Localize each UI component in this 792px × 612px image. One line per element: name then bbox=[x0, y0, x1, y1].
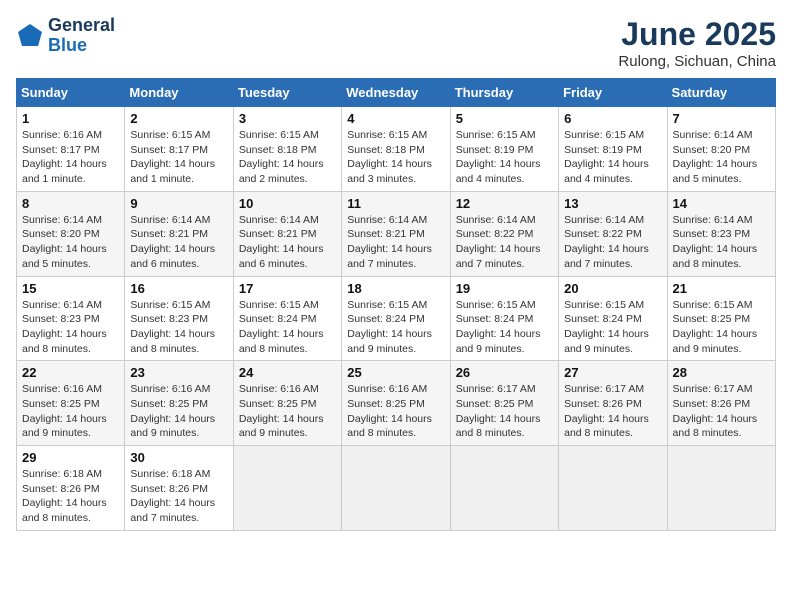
logo-icon bbox=[16, 22, 44, 50]
table-row: 30 Sunrise: 6:18 AMSunset: 8:26 PMDaylig… bbox=[125, 446, 233, 531]
table-row: 21 Sunrise: 6:15 AMSunset: 8:25 PMDaylig… bbox=[667, 276, 775, 361]
logo-line2: Blue bbox=[48, 36, 115, 56]
week-row-3: 15 Sunrise: 6:14 AMSunset: 8:23 PMDaylig… bbox=[17, 276, 776, 361]
table-row: 19 Sunrise: 6:15 AMSunset: 8:24 PMDaylig… bbox=[450, 276, 558, 361]
table-row: 22 Sunrise: 6:16 AMSunset: 8:25 PMDaylig… bbox=[17, 361, 125, 446]
header: General Blue June 2025 Rulong, Sichuan, … bbox=[16, 16, 776, 70]
table-row: 29 Sunrise: 6:18 AMSunset: 8:26 PMDaylig… bbox=[17, 446, 125, 531]
table-row: 13 Sunrise: 6:14 AMSunset: 8:22 PMDaylig… bbox=[559, 191, 667, 276]
table-row: 6 Sunrise: 6:15 AMSunset: 8:19 PMDayligh… bbox=[559, 107, 667, 192]
col-tuesday: Tuesday bbox=[233, 79, 341, 107]
week-row-1: 1 Sunrise: 6:16 AMSunset: 8:17 PMDayligh… bbox=[17, 107, 776, 192]
table-row: 14 Sunrise: 6:14 AMSunset: 8:23 PMDaylig… bbox=[667, 191, 775, 276]
table-row: 2 Sunrise: 6:15 AMSunset: 8:17 PMDayligh… bbox=[125, 107, 233, 192]
table-row: 5 Sunrise: 6:15 AMSunset: 8:19 PMDayligh… bbox=[450, 107, 558, 192]
table-row: 10 Sunrise: 6:14 AMSunset: 8:21 PMDaylig… bbox=[233, 191, 341, 276]
header-row: Sunday Monday Tuesday Wednesday Thursday… bbox=[17, 79, 776, 107]
month-title: June 2025 bbox=[618, 16, 776, 53]
empty-cell bbox=[342, 446, 450, 531]
col-monday: Monday bbox=[125, 79, 233, 107]
table-row: 7 Sunrise: 6:14 AMSunset: 8:20 PMDayligh… bbox=[667, 107, 775, 192]
logo-text: General Blue bbox=[48, 16, 115, 56]
table-row: 3 Sunrise: 6:15 AMSunset: 8:18 PMDayligh… bbox=[233, 107, 341, 192]
table-row: 20 Sunrise: 6:15 AMSunset: 8:24 PMDaylig… bbox=[559, 276, 667, 361]
week-row-5: 29 Sunrise: 6:18 AMSunset: 8:26 PMDaylig… bbox=[17, 446, 776, 531]
table-row: 17 Sunrise: 6:15 AMSunset: 8:24 PMDaylig… bbox=[233, 276, 341, 361]
empty-cell bbox=[233, 446, 341, 531]
col-thursday: Thursday bbox=[450, 79, 558, 107]
table-row: 15 Sunrise: 6:14 AMSunset: 8:23 PMDaylig… bbox=[17, 276, 125, 361]
col-wednesday: Wednesday bbox=[342, 79, 450, 107]
empty-cell bbox=[559, 446, 667, 531]
table-row: 11 Sunrise: 6:14 AMSunset: 8:21 PMDaylig… bbox=[342, 191, 450, 276]
table-row: 12 Sunrise: 6:14 AMSunset: 8:22 PMDaylig… bbox=[450, 191, 558, 276]
week-row-2: 8 Sunrise: 6:14 AMSunset: 8:20 PMDayligh… bbox=[17, 191, 776, 276]
table-row: 8 Sunrise: 6:14 AMSunset: 8:20 PMDayligh… bbox=[17, 191, 125, 276]
table-row: 9 Sunrise: 6:14 AMSunset: 8:21 PMDayligh… bbox=[125, 191, 233, 276]
col-saturday: Saturday bbox=[667, 79, 775, 107]
col-sunday: Sunday bbox=[17, 79, 125, 107]
table-row: 1 Sunrise: 6:16 AMSunset: 8:17 PMDayligh… bbox=[17, 107, 125, 192]
table-row: 25 Sunrise: 6:16 AMSunset: 8:25 PMDaylig… bbox=[342, 361, 450, 446]
table-row: 4 Sunrise: 6:15 AMSunset: 8:18 PMDayligh… bbox=[342, 107, 450, 192]
table-row: 23 Sunrise: 6:16 AMSunset: 8:25 PMDaylig… bbox=[125, 361, 233, 446]
logo-line1: General bbox=[48, 16, 115, 36]
col-friday: Friday bbox=[559, 79, 667, 107]
table-row: 27 Sunrise: 6:17 AMSunset: 8:26 PMDaylig… bbox=[559, 361, 667, 446]
title-area: June 2025 Rulong, Sichuan, China bbox=[618, 16, 776, 70]
empty-cell bbox=[450, 446, 558, 531]
location: Rulong, Sichuan, China bbox=[618, 53, 776, 70]
table-row: 24 Sunrise: 6:16 AMSunset: 8:25 PMDaylig… bbox=[233, 361, 341, 446]
week-row-4: 22 Sunrise: 6:16 AMSunset: 8:25 PMDaylig… bbox=[17, 361, 776, 446]
table-row: 16 Sunrise: 6:15 AMSunset: 8:23 PMDaylig… bbox=[125, 276, 233, 361]
table-row: 28 Sunrise: 6:17 AMSunset: 8:26 PMDaylig… bbox=[667, 361, 775, 446]
table-row: 26 Sunrise: 6:17 AMSunset: 8:25 PMDaylig… bbox=[450, 361, 558, 446]
calendar-table: Sunday Monday Tuesday Wednesday Thursday… bbox=[16, 78, 776, 531]
empty-cell bbox=[667, 446, 775, 531]
logo: General Blue bbox=[16, 16, 115, 56]
table-row: 18 Sunrise: 6:15 AMSunset: 8:24 PMDaylig… bbox=[342, 276, 450, 361]
